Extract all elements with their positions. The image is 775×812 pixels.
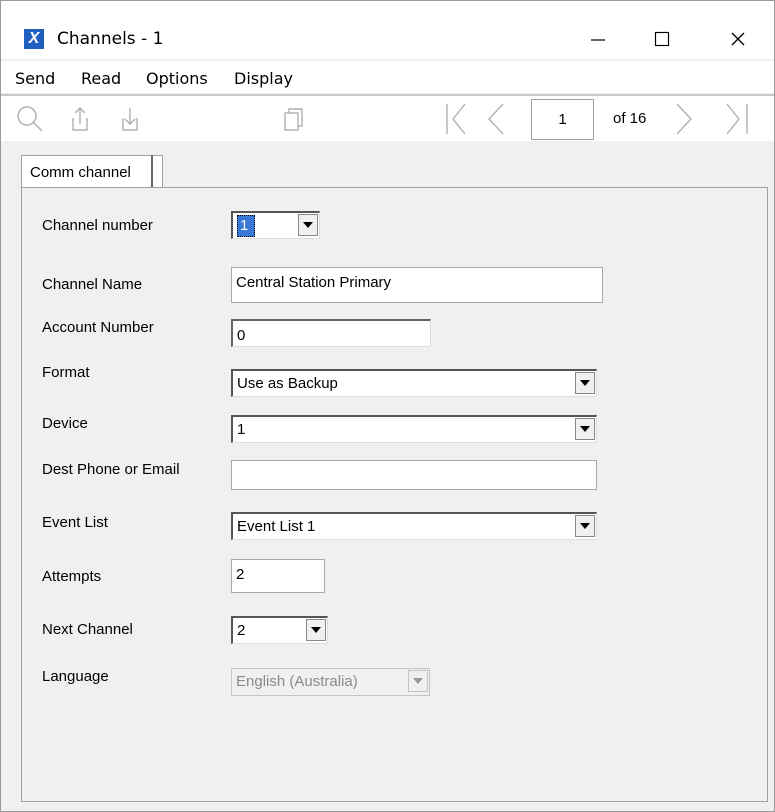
account-number-field[interactable]: 0 <box>231 319 431 347</box>
language-value: English (Australia) <box>236 673 358 690</box>
menu-read[interactable]: Read <box>81 69 121 88</box>
page-number-input[interactable]: 1 <box>531 99 594 140</box>
content-area: Comm channel Channel number 1 Channel Na… <box>1 141 774 811</box>
attempts-field[interactable]: 2 <box>231 559 325 593</box>
event-list-select[interactable]: Event List 1 <box>231 512 597 540</box>
chevron-down-icon[interactable] <box>575 372 595 394</box>
format-label: Format <box>42 364 90 381</box>
toolbar: 1 of 16 <box>1 94 774 143</box>
event-list-value: Event List 1 <box>237 518 316 535</box>
next-channel-value: 2 <box>237 622 246 639</box>
download-icon <box>122 108 138 131</box>
event-list-label: Event List <box>42 514 108 531</box>
maximize-icon <box>654 31 670 47</box>
menu-send[interactable]: Send <box>15 69 55 88</box>
menu-display[interactable]: Display <box>234 69 293 88</box>
next-channel-label: Next Channel <box>42 621 133 638</box>
channel-number-label: Channel number <box>42 217 153 234</box>
device-select[interactable]: 1 <box>231 415 597 443</box>
next-page-button[interactable] <box>667 102 701 136</box>
minimize-icon <box>591 39 605 41</box>
comm-channel-panel: Channel number 1 Channel Name Central St… <box>21 187 768 802</box>
close-button[interactable] <box>715 21 761 57</box>
search-icon <box>17 106 43 132</box>
upload-button[interactable] <box>63 102 97 136</box>
app-x-icon: X <box>24 29 44 49</box>
window-title: Channels - 1 <box>57 29 164 49</box>
dest-label: Dest Phone or Email <box>42 461 180 478</box>
language-select: English (Australia) <box>231 668 430 696</box>
device-value: 1 <box>237 421 246 438</box>
next-channel-select[interactable]: 2 <box>231 616 328 644</box>
download-button[interactable] <box>113 102 147 136</box>
language-label: Language <box>42 668 109 685</box>
dest-phone-email-field[interactable] <box>231 460 597 490</box>
copy-icon <box>284 108 303 131</box>
chevron-down-icon[interactable] <box>575 515 595 537</box>
page-count-label: of 16 <box>613 110 647 127</box>
channel-number-value: 1 <box>237 215 256 237</box>
device-label: Device <box>42 415 88 432</box>
channels-window: X Channels - 1 Send Read Options Display <box>0 0 775 812</box>
maximize-button[interactable] <box>639 21 685 57</box>
prev-page-button[interactable] <box>479 102 513 136</box>
close-icon <box>731 32 745 46</box>
account-number-label: Account Number <box>42 319 154 336</box>
chevron-right-icon <box>676 103 692 135</box>
chevron-left-icon <box>488 103 504 135</box>
tab-label: Comm channel <box>30 164 131 181</box>
last-page-button[interactable] <box>719 102 753 136</box>
title-bar: X Channels - 1 <box>1 1 774 59</box>
chevron-down-icon <box>408 670 428 692</box>
first-page-icon <box>446 103 466 135</box>
menu-options[interactable]: Options <box>146 69 208 88</box>
search-button[interactable] <box>13 102 47 136</box>
attempts-label: Attempts <box>42 568 102 585</box>
upload-icon <box>72 107 88 131</box>
channel-name-field[interactable]: Central Station Primary <box>231 267 603 303</box>
first-page-button[interactable] <box>441 102 475 136</box>
format-select[interactable]: Use as Backup <box>231 369 597 397</box>
chevron-down-icon[interactable] <box>575 418 595 440</box>
minimize-button[interactable] <box>575 21 621 57</box>
channel-name-label: Channel Name <box>42 276 143 293</box>
format-value: Use as Backup <box>237 375 338 392</box>
channel-number-select[interactable]: 1 <box>231 211 320 239</box>
copy-button[interactable] <box>277 102 311 136</box>
chevron-down-icon[interactable] <box>298 214 318 236</box>
menu-bar: Send Read Options Display <box>1 61 774 93</box>
tab-comm-channel[interactable]: Comm channel <box>21 155 163 188</box>
tab-edge <box>151 155 153 189</box>
chevron-down-icon[interactable] <box>306 619 326 641</box>
last-page-icon <box>726 103 748 135</box>
